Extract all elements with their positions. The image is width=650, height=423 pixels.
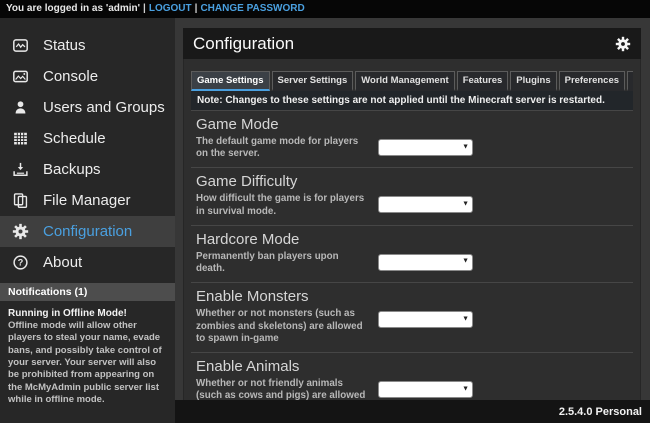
- setting-body: Permanently ban players upon death. ▼: [196, 251, 628, 275]
- sidebar-item-configuration[interactable]: Configuration: [0, 216, 175, 247]
- tab-world-management[interactable]: World Management: [355, 71, 454, 91]
- page-body: Status Console Users and Groups Schedule: [0, 18, 650, 423]
- footer-bar: 2.5.4.0 Personal: [175, 400, 650, 423]
- settings-list: Game Mode The default game mode for play…: [191, 110, 633, 400]
- sidebar-item-backups[interactable]: Backups: [0, 154, 175, 185]
- tab-features[interactable]: Features: [457, 71, 509, 91]
- tab-label: Game Settings: [197, 75, 264, 86]
- game-mode-select[interactable]: [378, 139, 473, 156]
- setting-body: The default game mode for players on the…: [196, 136, 628, 160]
- status-icon: [12, 37, 29, 54]
- setting-description: Whether or not friendly animals (such as…: [196, 378, 366, 400]
- page-title: Configuration: [193, 34, 294, 54]
- sidebar: Status Console Users and Groups Schedule: [0, 18, 175, 423]
- sidebar-item-label: Configuration: [43, 223, 132, 240]
- sidebar-item-status[interactable]: Status: [0, 30, 175, 61]
- sidebar-item-label: About: [43, 254, 82, 271]
- console-icon: [12, 68, 29, 85]
- setting-title: Game Difficulty: [196, 173, 628, 190]
- change-password-link[interactable]: CHANGE PASSWORD: [200, 3, 304, 14]
- setting-select-wrap: ▼: [378, 137, 473, 156]
- tab-label: World Management: [361, 75, 448, 86]
- sidebar-item-users-and-groups[interactable]: Users and Groups: [0, 92, 175, 123]
- hardcore-mode-select[interactable]: [378, 254, 473, 271]
- setting-row-game-mode: Game Mode The default game mode for play…: [191, 110, 633, 167]
- file-manager-icon: [12, 192, 29, 209]
- tab-label: Plugins: [516, 75, 550, 86]
- tab-game-settings[interactable]: Game Settings: [191, 71, 270, 91]
- backups-icon: [12, 161, 29, 178]
- setting-body: Whether or not friendly animals (such as…: [196, 378, 628, 400]
- version-text: 2.5.4.0 Personal: [559, 406, 642, 418]
- gear-icon: [12, 223, 29, 240]
- enable-animals-select[interactable]: [378, 381, 473, 398]
- notification-title: Running in Offline Mode!: [8, 307, 167, 320]
- main-area: Configuration Game Settings Server Setti…: [175, 18, 650, 423]
- notification-item: Running in Offline Mode! Offline mode wi…: [0, 301, 175, 412]
- separator: |: [195, 3, 198, 14]
- panel-body: Game Settings Server Settings World Mana…: [183, 59, 641, 400]
- sidebar-item-console[interactable]: Console: [0, 61, 175, 92]
- setting-description: Permanently ban players upon death.: [196, 251, 366, 275]
- enable-monsters-select[interactable]: [378, 311, 473, 328]
- setting-row-hardcore-mode: Hardcore Mode Permanently ban players up…: [191, 225, 633, 282]
- sidebar-item-schedule[interactable]: Schedule: [0, 123, 175, 154]
- setting-row-game-difficulty: Game Difficulty How difficult the game i…: [191, 167, 633, 224]
- setting-body: How difficult the game is for players in…: [196, 193, 628, 217]
- setting-row-enable-monsters: Enable Monsters Whether or not monsters …: [191, 282, 633, 352]
- sidebar-item-file-manager[interactable]: File Manager: [0, 185, 175, 216]
- separator: |: [143, 3, 146, 14]
- tab-server-settings[interactable]: Server Settings: [272, 71, 354, 91]
- top-bar: You are logged in as 'admin'|LOGOUT|CHAN…: [0, 0, 650, 18]
- tab-plugins[interactable]: Plugins: [510, 71, 556, 91]
- logged-in-text: You are logged in as 'admin': [6, 3, 140, 14]
- game-difficulty-select[interactable]: [378, 196, 473, 213]
- gear-icon[interactable]: [615, 36, 631, 52]
- setting-description: How difficult the game is for players in…: [196, 193, 366, 217]
- tab-label: Features: [463, 75, 503, 86]
- restart-note: Note: Changes to these settings are not …: [191, 91, 633, 110]
- setting-title: Enable Monsters: [196, 288, 628, 305]
- configuration-panel: Configuration Game Settings Server Setti…: [183, 28, 641, 400]
- setting-select-wrap: ▼: [378, 309, 473, 328]
- setting-title: Game Mode: [196, 116, 628, 133]
- setting-select-wrap: ▼: [378, 379, 473, 398]
- sidebar-item-label: Console: [43, 68, 98, 85]
- notifications-header: Notifications (1): [0, 283, 175, 301]
- tab-login-users[interactable]: Login Users: [627, 71, 633, 91]
- sidebar-menu: Status Console Users and Groups Schedule: [0, 18, 175, 278]
- users-icon: [12, 99, 29, 116]
- setting-title: Enable Animals: [196, 358, 628, 375]
- setting-row-enable-animals: Enable Animals Whether or not friendly a…: [191, 352, 633, 400]
- tab-label: Server Settings: [278, 75, 348, 86]
- setting-description: The default game mode for players on the…: [196, 136, 366, 160]
- panel-header: Configuration: [183, 28, 641, 59]
- sidebar-item-label: Backups: [43, 161, 101, 178]
- svg-text:?: ?: [18, 258, 24, 268]
- schedule-icon: [12, 130, 29, 147]
- setting-title: Hardcore Mode: [196, 231, 628, 248]
- sidebar-item-label: File Manager: [43, 192, 131, 209]
- tab-bar: Game Settings Server Settings World Mana…: [191, 71, 633, 91]
- setting-body: Whether or not monsters (such as zombies…: [196, 308, 628, 345]
- question-icon: ?: [12, 254, 29, 271]
- sidebar-item-about[interactable]: ? About: [0, 247, 175, 278]
- logout-link[interactable]: LOGOUT: [149, 3, 192, 14]
- sidebar-item-label: Users and Groups: [43, 99, 165, 116]
- sidebar-item-label: Schedule: [43, 130, 106, 147]
- tab-label: Preferences: [565, 75, 619, 86]
- sidebar-item-label: Status: [43, 37, 86, 54]
- tab-preferences[interactable]: Preferences: [559, 71, 625, 91]
- setting-description: Whether or not monsters (such as zombies…: [196, 308, 366, 345]
- setting-select-wrap: ▼: [378, 252, 473, 271]
- notification-text: Offline mode will allow other players to…: [8, 320, 167, 406]
- setting-select-wrap: ▼: [378, 194, 473, 213]
